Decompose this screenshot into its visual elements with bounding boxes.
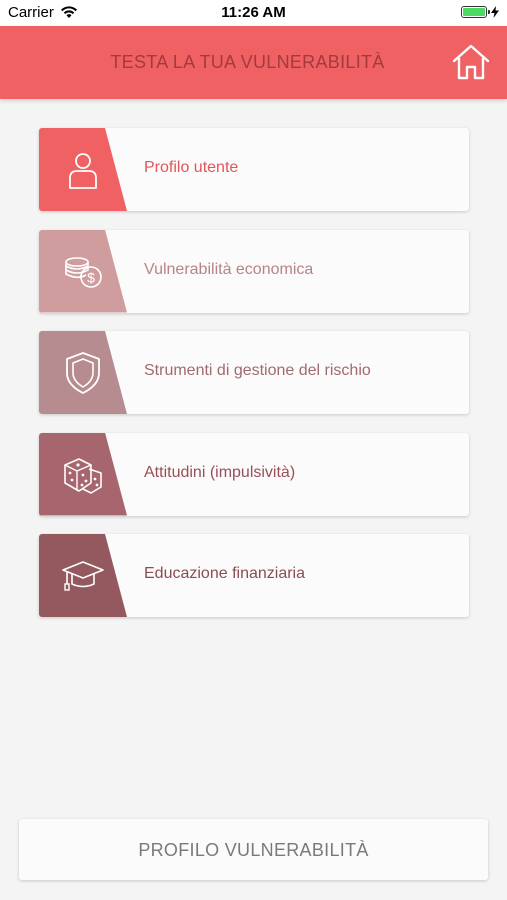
status-right xyxy=(461,6,499,18)
menu-item-strumenti-gestione-rischio[interactable]: Strumenti di gestione del rischio xyxy=(39,331,469,414)
status-bar: Carrier 11:26 AM xyxy=(0,0,507,26)
profilo-vulnerabilita-label: PROFILO VULNERABILITÀ xyxy=(138,840,369,860)
menu-item-label: Vulnerabilità economica xyxy=(144,260,314,278)
profilo-vulnerabilita-button[interactable]: PROFILO VULNERABILITÀ xyxy=(19,819,488,880)
menu-item-attitudini[interactable]: Attitudini (impulsività) xyxy=(39,432,469,516)
menu-item-label: Attitudini (impulsività) xyxy=(144,463,296,481)
menu-item-label: Strumenti di gestione del rischio xyxy=(144,362,371,379)
dice-icon xyxy=(64,457,102,494)
page-title: TESTA LA TUA VULNERABILITÀ xyxy=(110,52,385,72)
menu-item-profilo-utente[interactable]: Profilo utente xyxy=(39,128,469,211)
svg-text:$: $ xyxy=(87,269,95,285)
status-time: 11:26 AM xyxy=(221,4,286,21)
menu-item-educazione-finanziaria[interactable]: Educazione finanziaria xyxy=(39,534,469,617)
graduation-cap-icon xyxy=(62,561,104,591)
menu-item-label: Profilo utente xyxy=(144,159,239,176)
menu-item-label: Educazione finanziaria xyxy=(144,565,305,582)
battery-icon xyxy=(461,6,490,18)
charging-bolt-icon xyxy=(491,6,499,18)
home-button[interactable] xyxy=(451,42,491,82)
menu-list: Profilo utente $ Vulnerabilità economica… xyxy=(39,128,469,636)
shield-icon xyxy=(66,352,100,394)
app-header: TESTA LA TUA VULNERABILITÀ xyxy=(0,26,507,99)
home-icon xyxy=(452,44,490,80)
coins-dollar-icon: $ xyxy=(65,256,102,288)
menu-item-vulnerabilita-economica[interactable]: $ Vulnerabilità economica xyxy=(39,229,469,313)
user-icon xyxy=(69,153,97,189)
